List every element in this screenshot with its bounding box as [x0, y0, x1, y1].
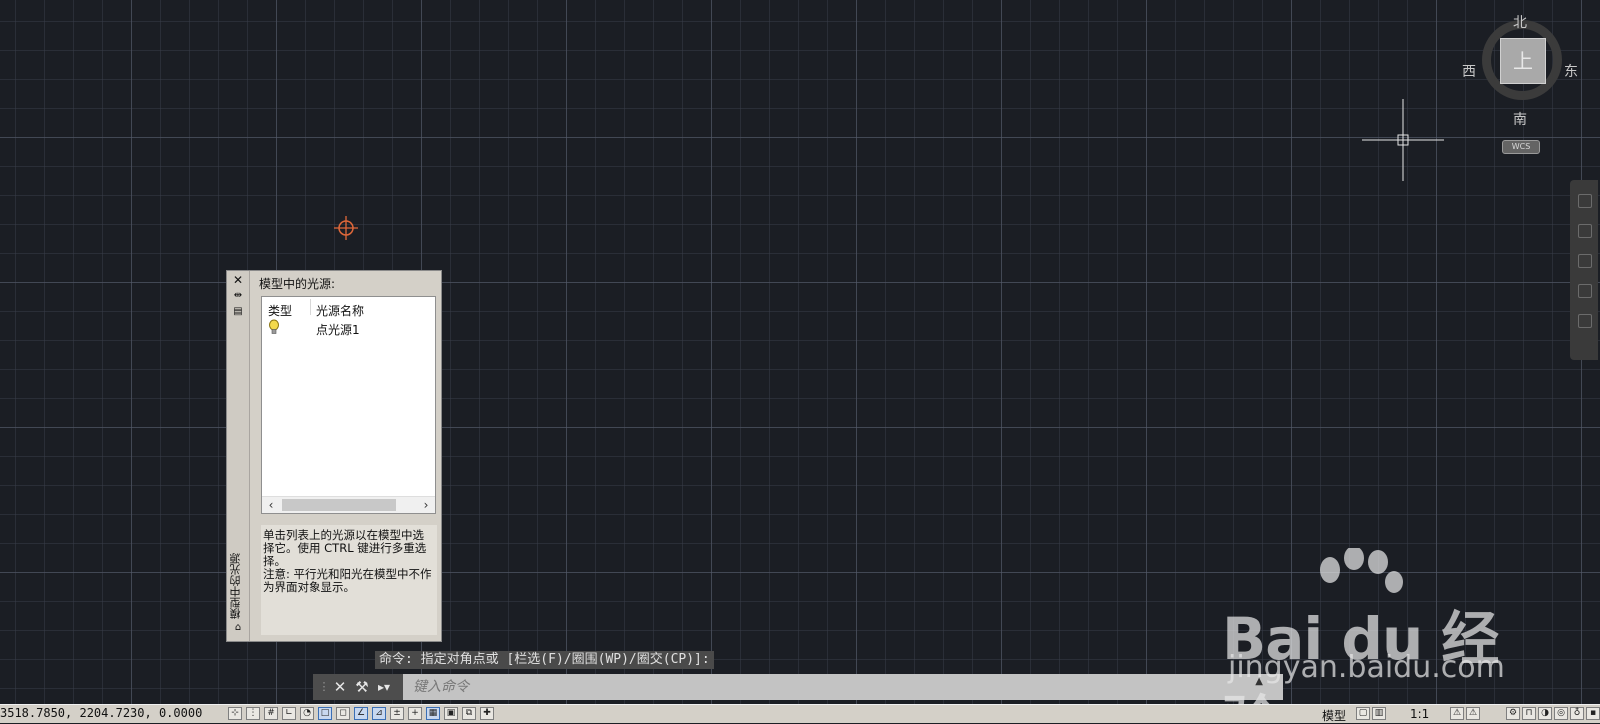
quick-view-icon[interactable]: ▥	[1372, 707, 1386, 720]
status-bar: 3518.7850, 2204.7230, 0.0000 ⊹ ⋮ # ∟ ◔ □…	[0, 704, 1600, 723]
grid-display-icon[interactable]: #	[264, 707, 278, 720]
properties-icon[interactable]: ▤	[231, 305, 245, 319]
compass-east-label[interactable]: 东	[1564, 61, 1578, 81]
point-light-glyph[interactable]	[334, 216, 358, 240]
coordinate-readout[interactable]: 3518.7850, 2204.7230, 0.0000	[0, 706, 202, 720]
scroll-right-icon[interactable]: ›	[417, 497, 435, 513]
clean-screen-icon[interactable]: ▪	[1586, 707, 1600, 720]
polar-tracking-icon[interactable]: ◔	[300, 707, 314, 720]
list-item[interactable]: 点光源1	[316, 321, 360, 338]
hardware-acceleration-icon[interactable]: ◑	[1538, 707, 1552, 720]
command-line-tools: ⋮ ✕ ⚒ ▸▾	[313, 674, 403, 700]
viewcube-top-face[interactable]: 上	[1500, 38, 1546, 84]
command-history-line: 命令: 指定对角点或 [栏选(F)/圈围(WP)/圈交(CP)]:	[375, 651, 714, 669]
wrench-icon[interactable]: ⚒	[353, 678, 371, 696]
wcs-menu-button[interactable]: WCS	[1502, 140, 1540, 154]
isolate-objects-icon[interactable]: ◎	[1554, 707, 1568, 720]
lock-icon[interactable]: ⊓	[1522, 707, 1536, 720]
orbit-icon[interactable]	[1578, 284, 1592, 298]
light-list[interactable]: 类型 光源名称 点光源1 ‹ ›	[261, 296, 436, 514]
snap-mode-icon[interactable]: ⋮	[246, 707, 260, 720]
steeringwheel-icon[interactable]	[1578, 194, 1592, 208]
palette-menu-icon[interactable]: ⌂	[231, 621, 245, 635]
help-text-note: 注意: 平行光和阳光在模型中不作为界面对象显示。	[263, 567, 432, 594]
showmotion-icon[interactable]	[1578, 314, 1592, 328]
close-icon[interactable]: ✕	[331, 678, 349, 696]
dynamic-input-icon[interactable]: ±	[390, 707, 404, 720]
watermark: Bai du 经验 jingyan.baidu.com	[1222, 548, 1522, 704]
light-bulb-icon[interactable]: ♁	[1570, 707, 1584, 720]
autohide-icon[interactable]: ⇹	[231, 289, 245, 303]
lineweight-icon[interactable]: +	[408, 707, 422, 720]
compass-west-label[interactable]: 西	[1462, 61, 1476, 81]
palette-heading: 模型中的光源:	[259, 277, 336, 291]
compass-north-label[interactable]: 北	[1513, 12, 1527, 32]
help-text-panel: 单击列表上的光源以在模型中选择它。使用 CTRL 键进行多重选择。 注意: 平行…	[261, 525, 437, 635]
help-text-selection: 单击列表上的光源以在模型中选择它。使用 CTRL 键进行多重选择。	[263, 528, 427, 568]
crosshair-cursor	[1362, 99, 1444, 181]
transparency-icon[interactable]: ▦	[426, 707, 440, 720]
palette-title-strip[interactable]: ✕ ⇹ ▤ 模型中的光源 ⌂	[227, 271, 250, 641]
workspace-gear-icon[interactable]: ⚙	[1506, 707, 1520, 720]
annotation-visibility-icon[interactable]: ⚠	[1450, 707, 1464, 720]
palette-vertical-title: 模型中的光源	[229, 553, 242, 619]
column-header-name[interactable]: 光源名称	[316, 302, 364, 319]
watermark-url: jingyan.baidu.com	[1228, 650, 1505, 685]
object-snap-icon[interactable]: □	[318, 707, 332, 720]
light-bulb-icon	[269, 319, 279, 334]
zoom-icon[interactable]	[1578, 254, 1592, 268]
layout-icon[interactable]: ▢	[1356, 707, 1370, 720]
navigation-bar[interactable]	[1570, 180, 1598, 360]
palette-body: 模型中的光源: 类型 光源名称 点光源1 ‹ › 单击列表上的光源以在模型中选择…	[251, 271, 441, 641]
selection-cycling-icon[interactable]: ⧉	[462, 707, 476, 720]
annotation-scale[interactable]: 1:1	[1410, 707, 1429, 721]
close-icon[interactable]: ✕	[231, 273, 245, 287]
recent-commands-icon[interactable]: ▸▾	[375, 678, 393, 696]
command-input[interactable]	[405, 674, 1245, 700]
viewcube[interactable]: 北 南 东 西 上 WCS	[1462, 12, 1590, 164]
scrollbar-thumb[interactable]	[282, 499, 396, 511]
compass-south-label[interactable]: 南	[1513, 109, 1527, 129]
infer-constraints-icon[interactable]: ⊹	[228, 707, 242, 720]
pan-icon[interactable]	[1578, 224, 1592, 238]
quick-properties-icon[interactable]: ▣	[444, 707, 458, 720]
watermark-brand: Bai du 经验	[1222, 605, 1499, 704]
dynamic-ucs-icon[interactable]: ⊿	[372, 707, 386, 720]
scroll-left-icon[interactable]: ‹	[262, 497, 280, 513]
ortho-mode-icon[interactable]: ∟	[282, 707, 296, 720]
column-divider[interactable]	[310, 299, 311, 315]
drawing-canvas[interactable]: 北 南 东 西 上 WCS ✕ ⇹ ▤ 模型中的光源 ⌂ 模型中的光源: 类型 …	[0, 0, 1600, 704]
command-line: ⋮ ✕ ⚒ ▸▾ ▲	[313, 674, 1283, 700]
horizontal-scrollbar[interactable]: ‹ ›	[262, 496, 435, 513]
model-space-label[interactable]: 模型	[1322, 707, 1346, 724]
annotation-monitor-icon[interactable]: ✚	[480, 707, 494, 720]
auto-scale-icon[interactable]: ⚠	[1466, 707, 1480, 720]
3d-object-snap-icon[interactable]: ◻	[336, 707, 350, 720]
lights-in-model-palette: ✕ ⇹ ▤ 模型中的光源 ⌂ 模型中的光源: 类型 光源名称 点光源1 ‹ ›	[226, 270, 442, 642]
object-snap-tracking-icon[interactable]: ∠	[354, 707, 368, 720]
column-header-type[interactable]: 类型	[268, 302, 292, 319]
